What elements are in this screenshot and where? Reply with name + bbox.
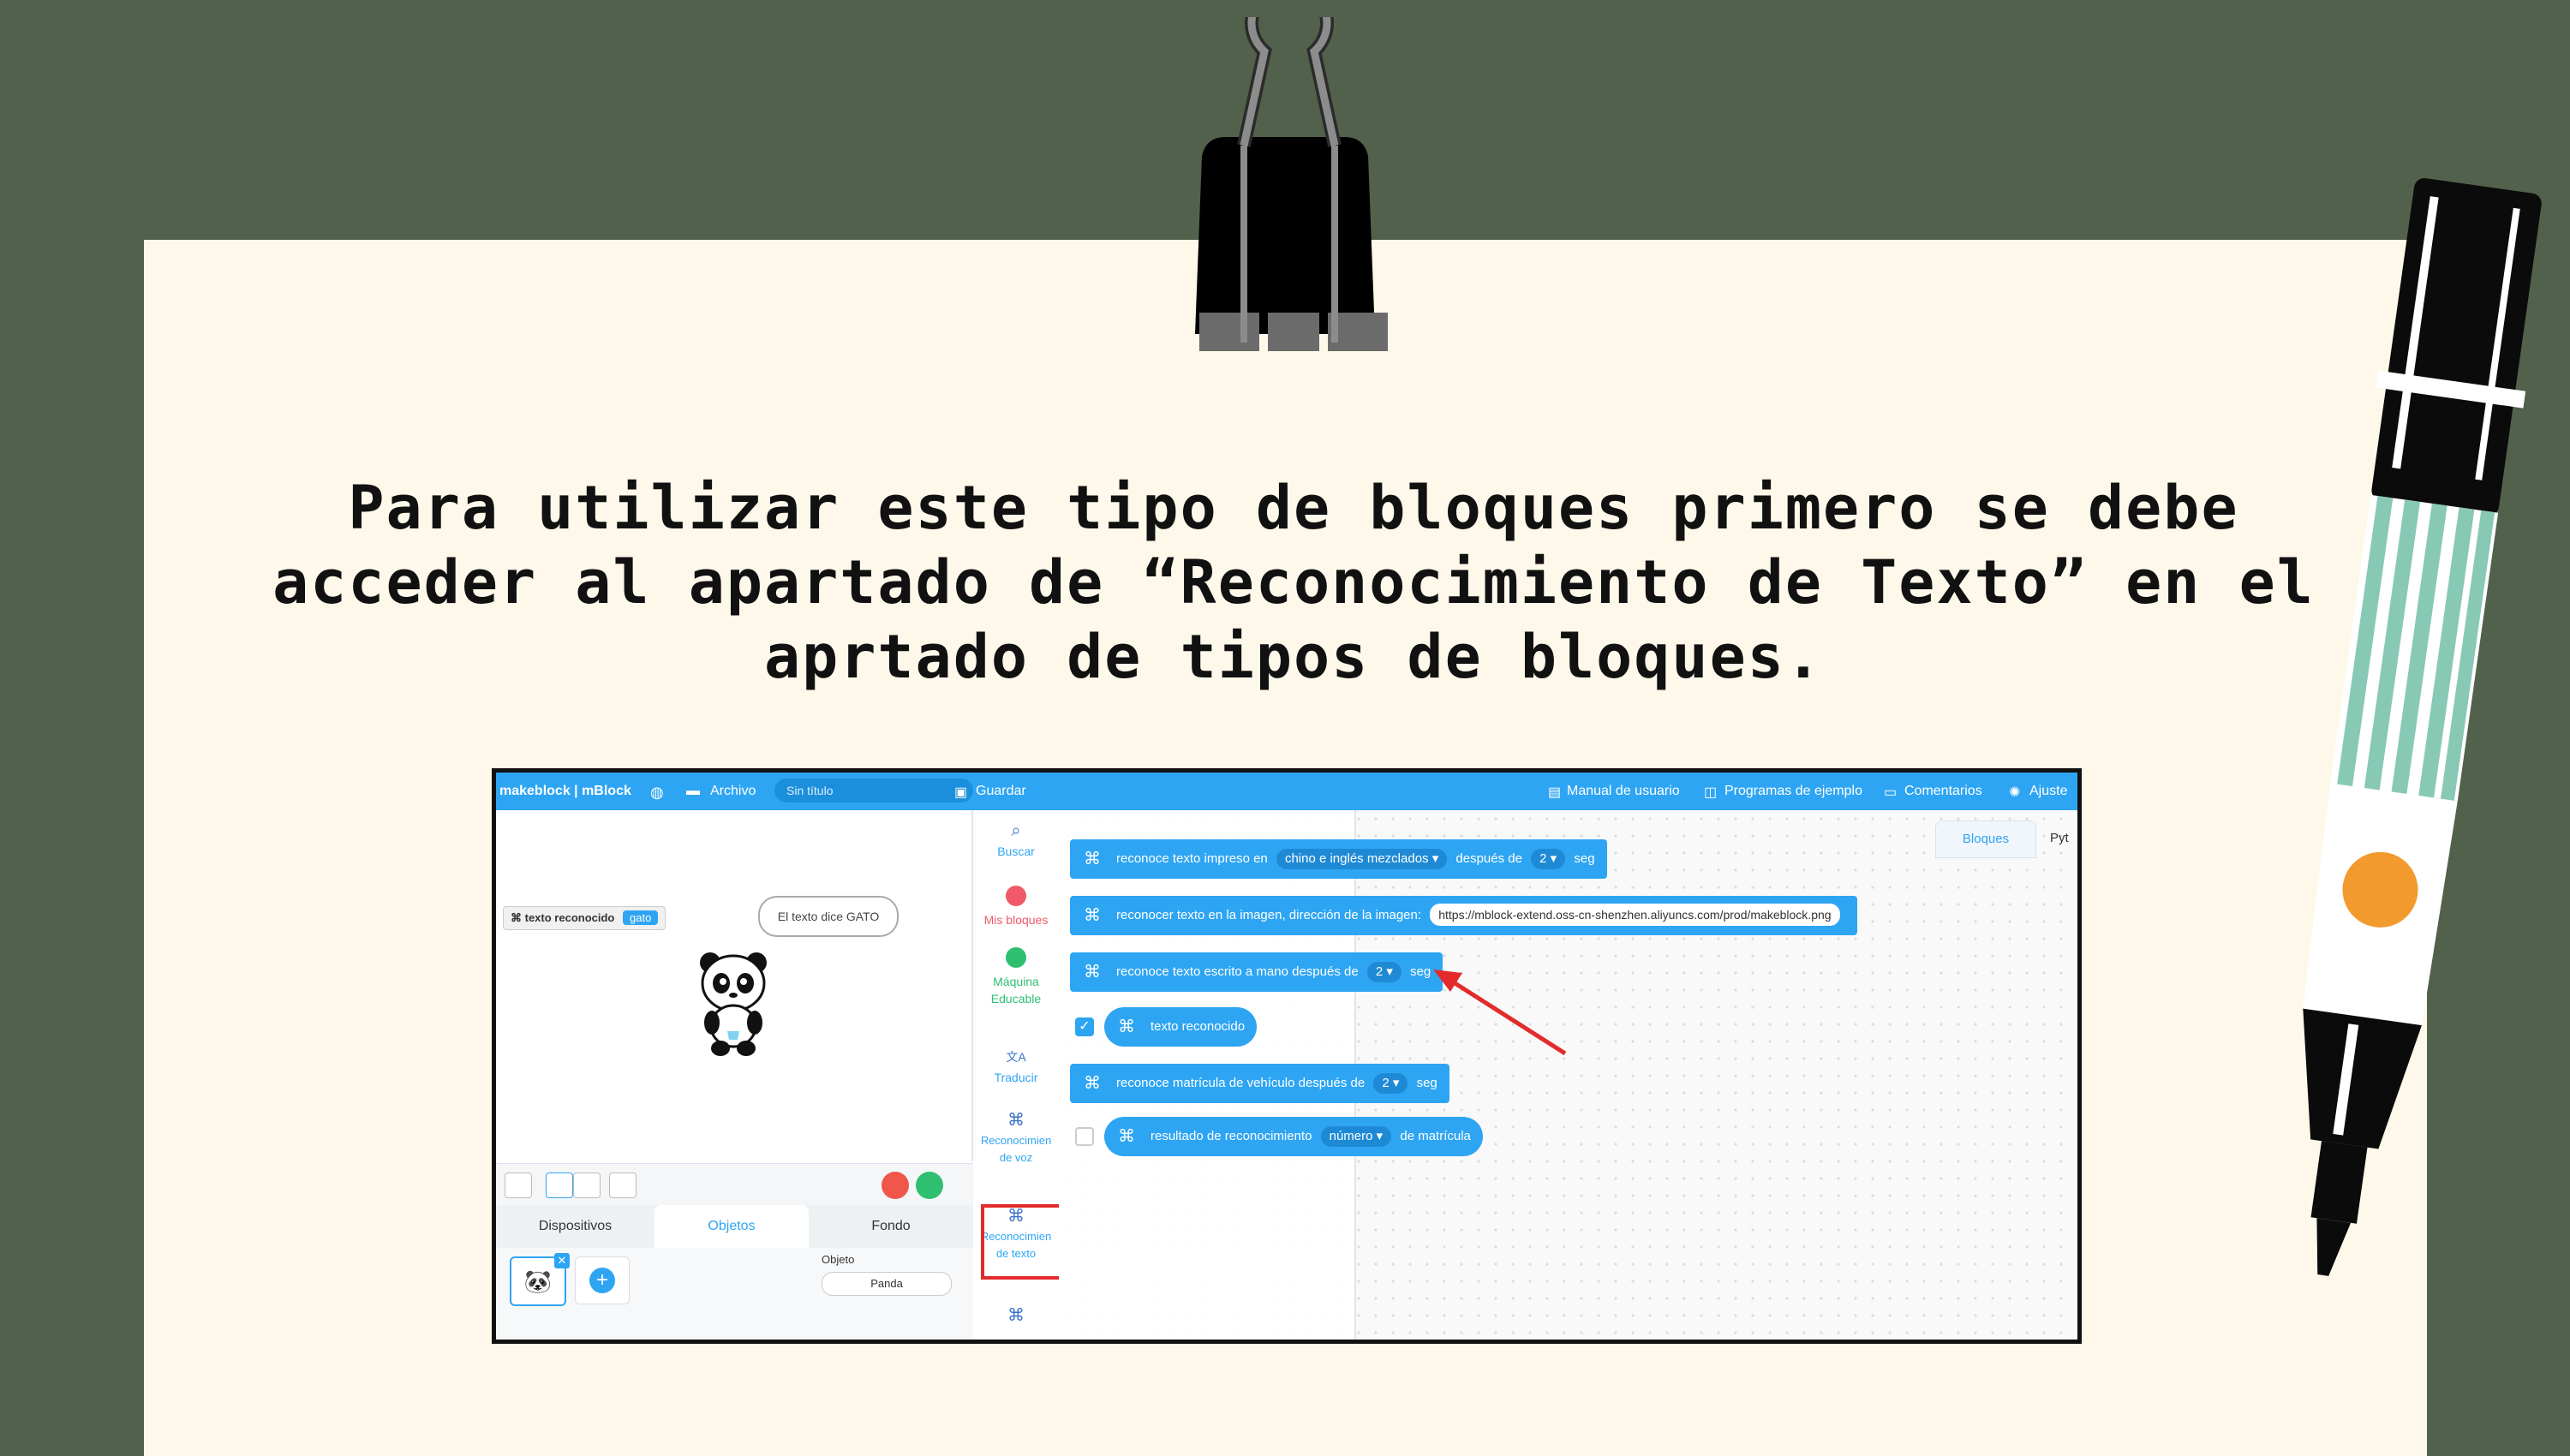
instruction-heading: Para utilizar este tipo de bloques prime… — [197, 471, 2390, 695]
category-reconocimiento-voz[interactable]: ⌘ Reconocimien de voz — [973, 1112, 1059, 1167]
settings-link[interactable]: Ajuste — [2029, 784, 2067, 799]
seconds-dropdown[interactable]: 2 ▾ — [1531, 849, 1566, 869]
text-recognition-icon: ⌘ — [511, 911, 522, 924]
category-next[interactable]: ⌘ — [973, 1307, 1059, 1328]
text-recognition-icon: ⌘ — [1084, 963, 1101, 982]
examples-link[interactable]: Programas de ejemplo — [1724, 784, 1862, 799]
globe-icon[interactable]: ◍ — [650, 784, 664, 802]
gear-icon[interactable]: ✺ — [2009, 784, 2020, 801]
file-menu[interactable]: Archivo — [710, 784, 756, 799]
variable-value: gato — [623, 910, 659, 925]
layout-small-icon[interactable] — [546, 1173, 573, 1198]
text-recognition-icon: ⌘ — [1084, 850, 1101, 868]
speech-bubble: El texto dice GATO — [758, 896, 899, 937]
book-icon[interactable]: ◫ — [1704, 784, 1717, 801]
layout-list-icon[interactable] — [573, 1173, 601, 1198]
panel-tabs: Dispositivos Objetos Fondo — [496, 1205, 973, 1248]
add-sprite-button[interactable]: + — [575, 1256, 630, 1304]
marker-pen-icon — [2303, 178, 2542, 1276]
category-traducir[interactable]: 文A Traducir — [973, 1048, 1059, 1086]
block-reconoce-texto-impreso[interactable]: ⌘ reconoce texto impreso en chino e ingl… — [1070, 839, 1607, 879]
result-type-dropdown[interactable]: número ▾ — [1320, 1126, 1392, 1147]
machine-learning-dot-icon — [1006, 947, 1026, 968]
comments-link[interactable]: Comentarios — [1904, 784, 1982, 799]
reporter-resultado-matricula[interactable]: ⌘ resultado de reconocimiento número ▾ d… — [1104, 1117, 1483, 1156]
block-reconoce-texto-mano[interactable]: ⌘ reconoce texto escrito a mano después … — [1070, 952, 1443, 992]
text-recognition-icon: ⌘ — [1118, 1127, 1135, 1146]
checkbox-resultado-matricula[interactable] — [1075, 1127, 1094, 1146]
tab-bloques[interactable]: Bloques — [1935, 820, 2036, 858]
comment-icon[interactable]: ▭ — [1884, 784, 1897, 801]
object-name-field[interactable]: Panda — [822, 1272, 952, 1296]
search-icon: ⌕ — [1011, 821, 1021, 840]
reporter-texto-reconocido[interactable]: ⌘ texto reconocido — [1104, 1007, 1258, 1047]
translate-icon: 文A — [1006, 1050, 1026, 1064]
panda-sprite[interactable] — [695, 947, 772, 1059]
language-dropdown[interactable]: chino e inglés mezclados ▾ — [1276, 849, 1448, 869]
folder-icon[interactable]: ▬ — [686, 784, 700, 799]
seconds-dropdown[interactable]: 2 ▾ — [1373, 1073, 1408, 1094]
green-flag-button[interactable] — [916, 1172, 943, 1199]
tab-objetos[interactable]: Objetos — [654, 1205, 809, 1248]
manual-icon[interactable]: ▤ — [1548, 784, 1561, 801]
heading-line-2: acceder al apartado de “Reconocimiento d… — [272, 547, 2315, 618]
binder-clip-icon — [1195, 17, 1388, 351]
text-recognition-icon: ⌘ — [1084, 906, 1101, 925]
save-icon[interactable]: ▣ — [954, 784, 967, 801]
checkbox-texto-reconocido[interactable]: ✓ — [1075, 1017, 1094, 1036]
sprite-panel: 🐼 ✕ + Objeto Panda — [496, 1248, 973, 1340]
category-maquina-educable[interactable]: Máquina Educable — [973, 947, 1059, 1007]
stage-area[interactable]: ⌘ texto reconocido gato El texto dice GA… — [496, 810, 973, 1161]
category-buscar[interactable]: ⌕ Buscar — [973, 822, 1059, 860]
manual-link[interactable]: Manual de usuario — [1567, 784, 1680, 799]
text-recognition-icon: ⌘ — [1118, 1017, 1135, 1036]
my-blocks-dot-icon — [1006, 886, 1026, 906]
image-url-input[interactable]: https://mblock-extend.oss-cn-shenzhen.al… — [1430, 904, 1840, 926]
block-reconoce-matricula[interactable]: ⌘ reconoce matrícula de vehículo después… — [1070, 1064, 1449, 1103]
variable-monitor: ⌘ texto reconocido gato — [503, 906, 666, 930]
close-icon[interactable]: ✕ — [554, 1253, 570, 1268]
mblock-screenshot: makeblock | mBlock ◍ ▬ Archivo Sin títul… — [492, 768, 2082, 1344]
brand-logo: makeblock | mBlock — [499, 784, 631, 798]
plus-icon: + — [589, 1268, 615, 1293]
layout-grid-icon[interactable] — [609, 1173, 637, 1198]
text-recognition-icon: ⌘ — [1084, 1074, 1101, 1093]
save-button[interactable]: Guardar — [976, 784, 1026, 799]
tab-fondo[interactable]: Fondo — [809, 1205, 973, 1248]
seconds-dropdown[interactable]: 2 ▾ — [1366, 962, 1402, 982]
fullscreen-icon[interactable] — [505, 1173, 532, 1198]
app-topbar: makeblock | mBlock ◍ ▬ Archivo Sin títul… — [496, 773, 2077, 810]
category-mis-bloques[interactable]: Mis bloques — [973, 886, 1059, 928]
tab-python[interactable]: Pyt — [2040, 820, 2077, 856]
heading-line-3: aprtado de tipos de bloques. — [763, 622, 1824, 692]
block-reconocer-texto-imagen[interactable]: ⌘ reconocer texto en la imagen, direcció… — [1070, 896, 1857, 935]
extension-icon: ⌘ — [1007, 1306, 1025, 1325]
editor-tabs: Bloques Pyt — [1935, 820, 2077, 858]
tab-dispositivos[interactable]: Dispositivos — [496, 1205, 654, 1248]
stage-controls — [496, 1163, 973, 1205]
stop-button[interactable] — [882, 1172, 909, 1199]
object-label: Objeto — [822, 1253, 855, 1266]
variable-label: texto reconocido — [524, 911, 615, 924]
heading-line-1: Para utilizar este tipo de bloques prime… — [348, 473, 2239, 543]
project-title-input[interactable]: Sin título — [774, 779, 973, 803]
red-arrow-icon — [1433, 970, 1567, 1056]
voice-recognition-icon: ⌘ — [1007, 1111, 1025, 1130]
